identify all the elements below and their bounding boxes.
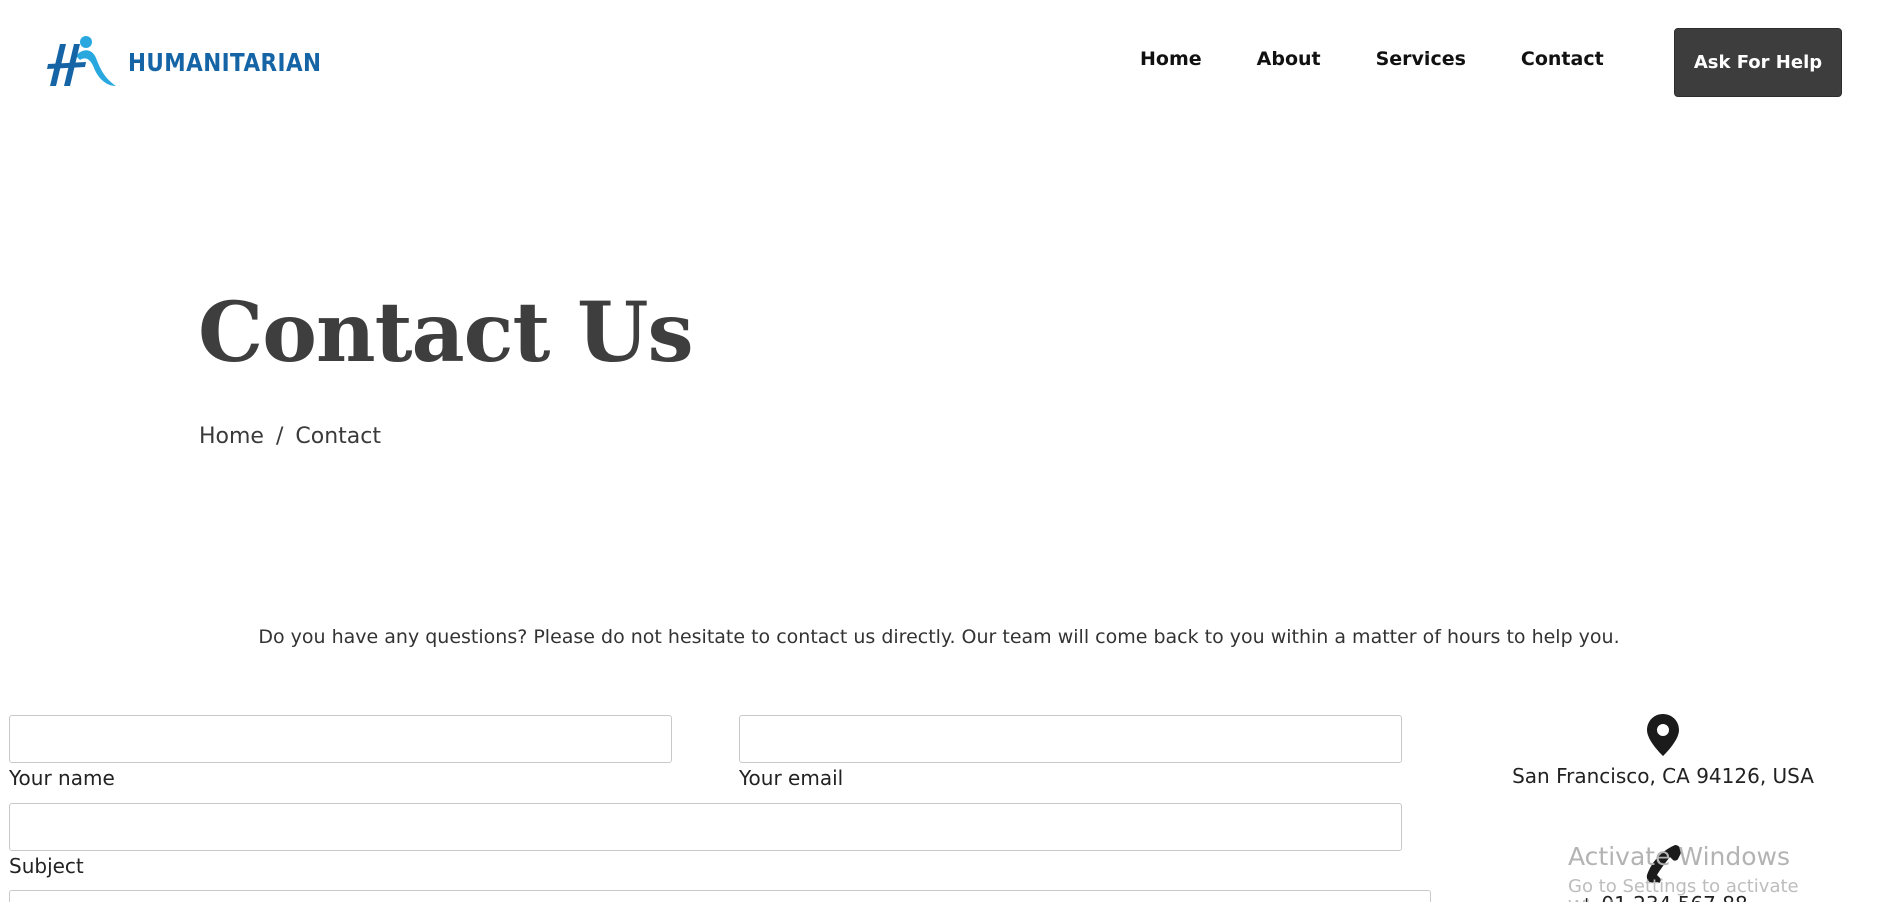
subject-label: Subject [9,854,84,878]
nav-services[interactable]: Services [1376,48,1466,70]
breadcrumb-separator: / [275,424,284,449]
address-text: San Francisco, CA 94126, USA [1512,764,1814,788]
nav-contact[interactable]: Contact [1521,48,1604,70]
site-header: HUMANITARIAN Home About Services Contact… [0,0,1878,130]
message-textarea[interactable] [9,890,1431,902]
nav-about[interactable]: About [1257,48,1321,70]
intro-text-content: Do you have any questions? Please do not… [258,626,1620,648]
page-title: Contact Us [198,285,694,381]
activate-windows-title: Activate Windows [1568,842,1790,871]
subject-input[interactable] [9,803,1402,851]
humanitarian-logo-icon [47,36,116,86]
breadcrumb-current: Contact [295,424,381,449]
site-logo[interactable]: HUMANITARIAN [46,34,353,90]
main-nav: Home About Services Contact [1140,48,1604,70]
intro-text: Do you have any questions? Please do not… [0,626,1878,648]
breadcrumb-home[interactable]: Home [199,424,264,449]
email-input[interactable] [739,715,1402,763]
activate-windows-subtitle: Go to Settings to activate Windows. [1568,876,1799,902]
email-label: Your email [739,766,844,790]
ask-for-help-button[interactable]: Ask For Help [1674,28,1842,97]
name-label: Your name [9,766,115,790]
name-input[interactable] [9,715,672,763]
brand-name: HUMANITARIAN [128,47,322,77]
location-pin-icon [1647,714,1679,756]
nav-home[interactable]: Home [1140,48,1202,70]
breadcrumb: Home / Contact [199,424,381,449]
